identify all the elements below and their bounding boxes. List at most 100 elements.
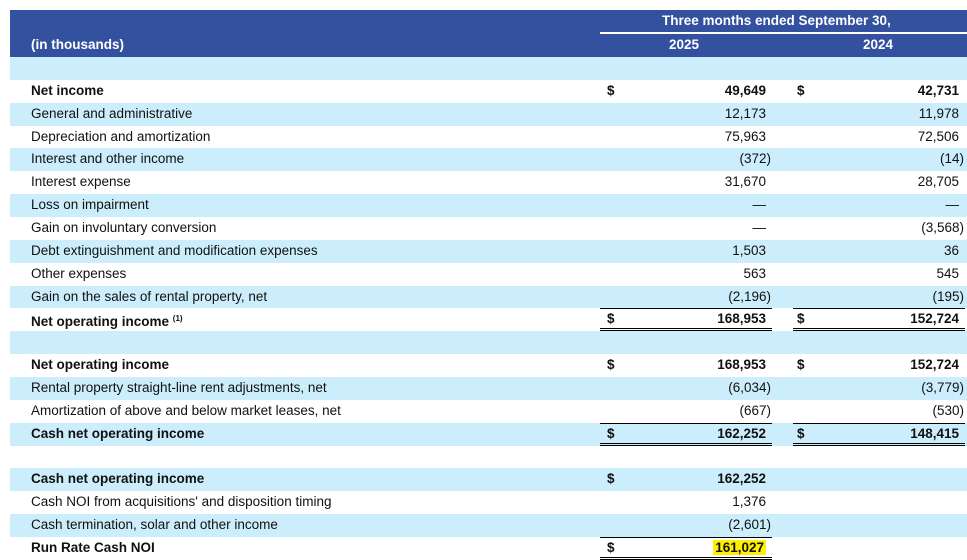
- value-2024: 148,415: [910, 423, 959, 446]
- value-2025: 75,963: [725, 126, 766, 149]
- row-label-text: General and administrative: [31, 105, 193, 121]
- value-2025: 563: [743, 263, 766, 286]
- value-2025-text: (667): [739, 402, 771, 418]
- row-label: Rental property straight-line rent adjus…: [31, 377, 327, 400]
- currency-symbol: $: [607, 540, 615, 556]
- table-row: Depreciation and amortization 75,963 72,50…: [10, 126, 967, 149]
- row-label: Depreciation and amortization: [31, 126, 210, 149]
- value-2025: (2,196): [728, 286, 771, 309]
- value-2025-text: 31,670: [724, 174, 766, 190]
- currency-symbol: $: [797, 311, 805, 327]
- table-row: General and administrative 12,173 11,978: [10, 102, 967, 126]
- row-label: Net income: [31, 80, 104, 103]
- row-label-text: Rental property straight-line rent adjus…: [31, 380, 327, 396]
- row-label-text: Net income: [31, 82, 104, 98]
- value-2024-text: 72,506: [917, 128, 959, 144]
- currency-symbol: $: [797, 357, 805, 373]
- row-label-text: Debt extinguishment and modification exp…: [31, 242, 318, 258]
- value-2024: —: [946, 194, 960, 217]
- value-2025-text: 12,173: [724, 105, 766, 121]
- value-2025-text: 1,376: [732, 494, 766, 510]
- value-2024: (530): [932, 400, 964, 423]
- value-2024: 72,506: [918, 126, 959, 149]
- value-2024-text: (3,568): [921, 220, 964, 236]
- value-2025: 12,173: [725, 103, 766, 126]
- value-2024-text: 545: [936, 265, 959, 281]
- value-2025: —: [753, 194, 767, 217]
- row-label-text: Gain on the sales of rental property, ne…: [31, 288, 268, 304]
- table-row: Cash net operating income $162,252 $148,41…: [10, 422, 967, 446]
- value-2024: 545: [936, 263, 959, 286]
- row-label: Other expenses: [31, 263, 126, 286]
- currency-symbol: $: [607, 357, 615, 373]
- table-row: Cash termination, solar and other income…: [10, 514, 967, 538]
- row-label: Amortization of above and below market l…: [31, 400, 341, 423]
- value-2024-text: —: [945, 197, 960, 213]
- row-label: Interest and other income: [31, 148, 184, 171]
- value-2024-text: 28,705: [917, 174, 959, 190]
- value-2025: (372): [739, 148, 771, 171]
- row-label: Cash termination, solar and other income: [31, 514, 278, 537]
- column-2025: 2025: [669, 37, 700, 52]
- row-label: Debt extinguishment and modification exp…: [31, 240, 318, 263]
- value-2025-text: 161,027: [713, 540, 766, 556]
- period-heading: Three months ended September 30,: [662, 13, 891, 28]
- value-2025: 168,953: [717, 354, 766, 377]
- currency-symbol: $: [607, 311, 615, 327]
- row-label-text: Run Rate Cash NOI: [31, 540, 155, 556]
- table-body: Net income $49,649 $42,731 General and admi…: [10, 57, 967, 560]
- value-2025: 162,252: [717, 423, 766, 446]
- table-row: Debt extinguishment and modification exp…: [10, 239, 967, 263]
- value-2024-text: (14): [939, 151, 964, 167]
- value-2024: 28,705: [918, 171, 959, 194]
- value-2024-text: (530): [932, 402, 964, 418]
- value-2025-text: 75,963: [724, 128, 766, 144]
- value-2024: 11,978: [919, 103, 959, 126]
- row-label: Net operating income: [31, 354, 169, 377]
- row-label-text: Depreciation and amortization: [31, 128, 211, 144]
- row-label: Gain on involuntary conversion: [31, 217, 216, 240]
- table-row: Net income $49,649 $42,731: [10, 80, 967, 103]
- row-label-text: Net operating income: [31, 357, 170, 373]
- value-2024: 152,724: [910, 354, 959, 377]
- value-2024: (195): [932, 286, 964, 309]
- value-2024: 36: [944, 240, 959, 263]
- value-2024-text: 152,724: [910, 357, 959, 373]
- value-2024: (3,779): [921, 377, 964, 400]
- table-row: Gain on the sales of rental property, ne…: [10, 285, 967, 309]
- value-2025: (6,034): [728, 377, 771, 400]
- value-2024-text: 148,415: [910, 425, 959, 441]
- value-2024: (14): [940, 148, 964, 171]
- row-label-text: Cash net operating income: [31, 425, 205, 441]
- row-label: Loss on impairment: [31, 194, 149, 217]
- spacer-row: [10, 446, 967, 469]
- value-2024-text: 36: [943, 242, 959, 258]
- value-2025-text: —: [752, 220, 767, 236]
- currency-symbol: $: [797, 82, 805, 98]
- table-header: Three months ended September 30, (in tho…: [10, 10, 967, 57]
- row-label-text: Net operating income: [31, 314, 170, 330]
- table-row: Cash NOI from acquisitions' and disposit…: [10, 491, 967, 514]
- row-label: Cash NOI from acquisitions' and disposit…: [31, 491, 331, 514]
- value-2025-text: 563: [743, 265, 766, 281]
- row-label: General and administrative: [31, 103, 192, 126]
- table-row: Interest expense 31,670 28,705: [10, 171, 967, 194]
- value-2024: 42,731: [918, 80, 959, 103]
- value-2025-text: 168,953: [717, 311, 766, 327]
- row-label-text: Interest expense: [31, 174, 131, 190]
- footnote-marker: (1): [172, 314, 183, 324]
- value-2025: 162,252: [717, 468, 766, 491]
- value-2025: (667): [739, 400, 771, 423]
- value-2024: (3,568): [921, 217, 964, 240]
- value-2025: 168,953: [717, 308, 766, 331]
- row-label-text: Cash termination, solar and other income: [31, 517, 278, 533]
- value-2025-text: (2,601): [728, 517, 771, 533]
- value-2025-text: 162,252: [717, 425, 766, 441]
- row-label: Cash net operating income: [31, 423, 204, 446]
- row-label-text: Gain on involuntary conversion: [31, 220, 217, 236]
- value-2024-text: 42,731: [917, 82, 959, 98]
- row-label-text: Interest and other income: [31, 151, 185, 167]
- table-row: Interest and other income (372) (14): [10, 148, 967, 172]
- row-label-text: Cash NOI from acquisitions' and disposit…: [31, 494, 332, 510]
- table-row: Cash net operating income $162,252: [10, 468, 967, 492]
